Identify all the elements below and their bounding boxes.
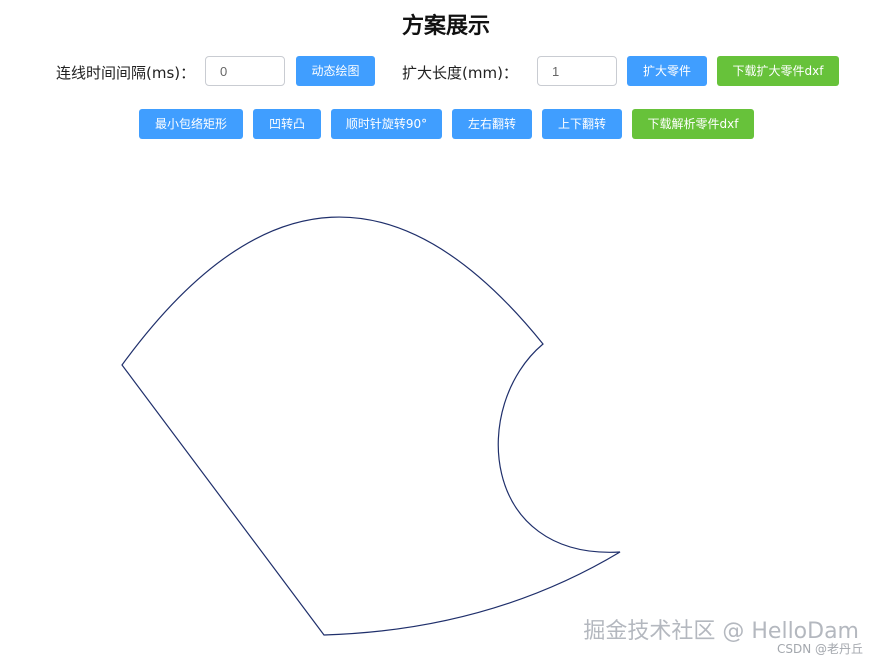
expand-length-label: 扩大长度(mm)： bbox=[402, 64, 518, 82]
dynamic-draw-button[interactable]: 动态绘图 bbox=[296, 56, 375, 86]
concave-to-convex-button[interactable]: 凹转凸 bbox=[253, 109, 321, 139]
part-outline bbox=[121, 216, 621, 636]
flip-horizontal-button[interactable]: 左右翻转 bbox=[452, 109, 532, 139]
interval-input[interactable] bbox=[205, 56, 285, 86]
part-canvas bbox=[121, 216, 621, 636]
page-title: 方案展示 bbox=[401, 14, 490, 39]
interval-label: 连线时间间隔(ms)： bbox=[56, 64, 196, 82]
rotate-clockwise-button[interactable]: 顺时针旋转90° bbox=[331, 109, 442, 139]
download-expanded-dxf-button[interactable]: 下载扩大零件dxf bbox=[717, 56, 839, 86]
min-bounding-rect-button[interactable]: 最小包络矩形 bbox=[139, 109, 243, 139]
download-parsed-dxf-button[interactable]: 下载解析零件dxf bbox=[632, 109, 754, 139]
expand-part-button[interactable]: 扩大零件 bbox=[627, 56, 707, 86]
flip-vertical-button[interactable]: 上下翻转 bbox=[542, 109, 622, 139]
watermark-sub: CSDN @老丹丘 bbox=[776, 642, 863, 656]
expand-length-input[interactable] bbox=[537, 56, 617, 86]
